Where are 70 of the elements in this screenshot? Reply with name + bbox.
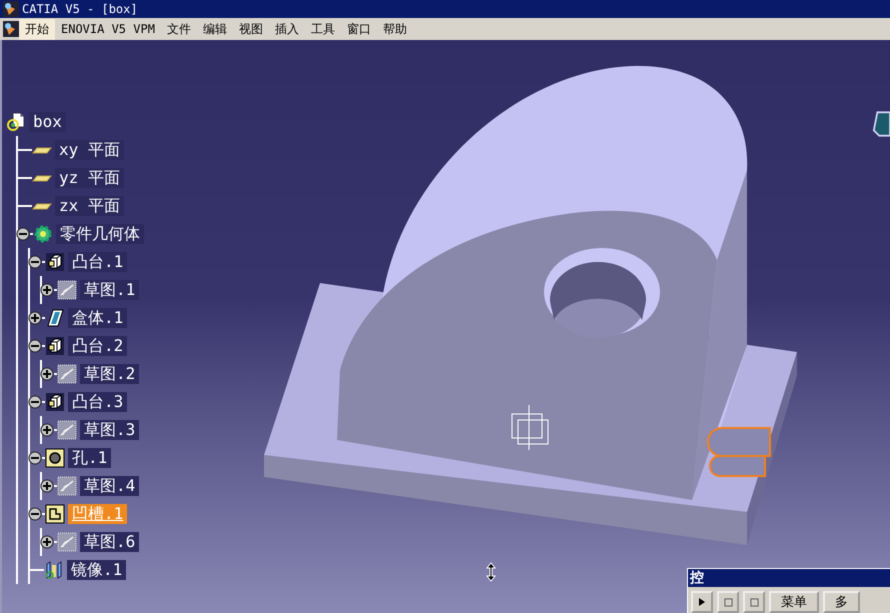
menu-item[interactable]: 编辑: [196, 18, 233, 40]
collapse-toggle[interactable]: [28, 339, 42, 353]
collapse-toggle[interactable]: [16, 227, 30, 241]
sketch-icon: [57, 420, 77, 440]
tree-item[interactable]: 凸台.2: [68, 336, 128, 356]
collapse-toggle[interactable]: [28, 451, 42, 465]
menu-item[interactable]: 帮助: [376, 18, 413, 40]
play-icon: [699, 598, 705, 606]
mirror-icon: [44, 560, 64, 580]
expand-toggle[interactable]: [40, 423, 54, 437]
window-title: CATIA V5 - [box]: [22, 2, 138, 16]
sketch-icon: [57, 476, 77, 496]
menu-item[interactable]: 工具: [304, 18, 341, 40]
tree-item[interactable]: yz 平面: [55, 168, 124, 188]
compass-icon[interactable]: [872, 110, 890, 138]
pocket-icon: [45, 504, 65, 524]
expand-toggle[interactable]: [40, 535, 54, 549]
panel-button[interactable]: 菜单: [769, 591, 819, 613]
tree-item[interactable]: 草图.3: [80, 420, 140, 440]
sketch-icon: [57, 280, 77, 300]
cube-icon: [45, 336, 65, 356]
resize-cursor-icon: [486, 562, 496, 582]
tree-item[interactable]: 零件几何体: [56, 224, 144, 244]
hole-icon: [45, 448, 65, 468]
panel-title: 控: [688, 569, 890, 587]
toolbar-button[interactable]: [743, 591, 765, 613]
pocket-outline: [707, 427, 771, 477]
tree-item[interactable]: 孔.1: [68, 448, 112, 468]
collapse-toggle[interactable]: [28, 507, 42, 521]
tree-item[interactable]: zx 平面: [55, 196, 124, 216]
tree-item[interactable]: 凸台.1: [68, 252, 128, 272]
gear-icon: [33, 224, 53, 244]
menu-item[interactable]: ENOVIA V5 VPM: [55, 20, 161, 38]
tree-item[interactable]: 草图.1: [80, 280, 140, 300]
collapse-toggle[interactable]: [28, 255, 42, 269]
play-button[interactable]: [691, 591, 713, 613]
plane-icon: [32, 202, 52, 210]
panel-button[interactable]: 多: [823, 591, 860, 613]
plane-icon: [32, 174, 52, 182]
app-logo-icon: [3, 1, 19, 17]
app-logo-icon[interactable]: [3, 21, 19, 37]
tree-item[interactable]: xy 平面: [55, 140, 124, 160]
square-icon: [724, 598, 732, 606]
cube-icon: [45, 392, 65, 412]
menu-item[interactable]: 文件: [160, 18, 197, 40]
toolbar-button[interactable]: [717, 591, 739, 613]
sketch-icon: [57, 364, 77, 384]
axis-icon: [512, 404, 548, 450]
tree-item[interactable]: 凸台.3: [68, 392, 128, 412]
menu-item[interactable]: 开始: [19, 18, 55, 40]
cube-icon: [45, 252, 65, 272]
tree-item[interactable]: 镜像.1: [67, 560, 126, 580]
tree-item[interactable]: 草图.2: [80, 364, 140, 384]
part-document-icon: [6, 112, 26, 132]
shell-icon: [45, 308, 65, 328]
plane-icon: [32, 146, 52, 154]
sketch-icon: [57, 532, 77, 552]
expand-toggle[interactable]: [28, 311, 42, 325]
menu-item[interactable]: 插入: [268, 18, 305, 40]
menu-item[interactable]: 窗口: [340, 18, 377, 40]
collapse-toggle[interactable]: [28, 395, 42, 409]
tree-item[interactable]: box: [29, 112, 66, 132]
tree-item[interactable]: 草图.6: [80, 532, 140, 552]
menu-item[interactable]: 视图: [232, 18, 269, 40]
expand-toggle[interactable]: [40, 367, 54, 381]
square-icon: [750, 598, 758, 606]
expand-toggle[interactable]: [40, 283, 54, 297]
tree-item[interactable]: 草图.4: [80, 476, 140, 496]
expand-toggle[interactable]: [40, 479, 54, 493]
tree-item[interactable]: 盒体.1: [68, 308, 128, 328]
